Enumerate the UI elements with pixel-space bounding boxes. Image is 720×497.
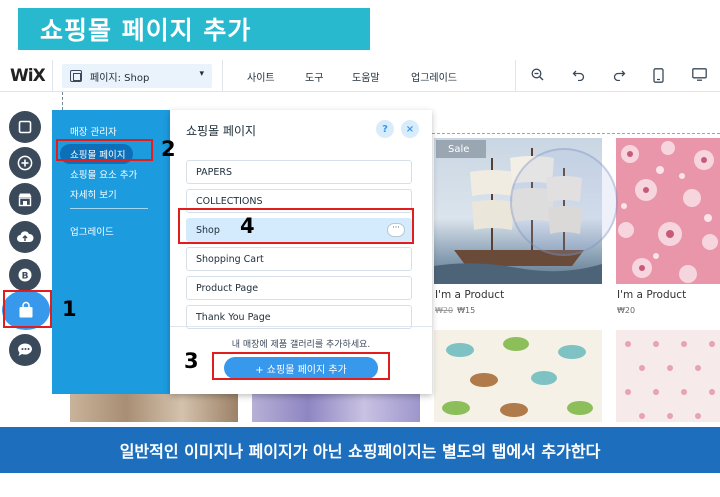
slide-title: 쇼핑몰 페이지 추가 [40,16,252,45]
menu-upgrade[interactable]: 업그레이드 [411,69,457,84]
step-number-2: 2 [161,137,176,161]
help-button[interactable]: ? [376,120,394,138]
close-button[interactable]: × [401,120,419,138]
caption-text: 일반적인 이미지나 페이지가 아닌 쇼핑페이지는 별도의 탭에서 추가한다 [119,442,601,461]
dots-pattern-image [616,330,720,422]
page-item-shopping-cart[interactable]: Shopping Cart [186,247,412,271]
sale-badge: Sale [436,140,486,158]
annotation-box-store-tool [3,290,52,328]
menu-tools[interactable]: 도구 [305,69,323,84]
page-item-papers[interactable]: PAPERS [186,160,412,184]
topbar-divider [222,60,223,92]
birds-pattern-image [434,330,602,422]
watermark-seal [510,148,618,256]
plus-circle-icon [17,155,33,171]
menu-help[interactable]: 도움말 [352,69,380,84]
svg-text:B: B [22,271,29,281]
left-tool-strip: B [0,92,52,422]
product-image[interactable] [616,330,720,422]
menu-add-shop-elements[interactable]: 쇼핑몰 요소 추가 [70,167,137,181]
mobile-view-icon[interactable] [653,68,664,87]
sale-price: ₩15 [457,306,476,315]
menu-divider [70,208,148,209]
product-name[interactable]: I'm a Product [617,289,686,301]
floral-pattern-image [616,138,720,284]
media-upload-button[interactable] [9,221,41,253]
product-price: ₩20 [617,306,636,315]
editor-topbar: WiX 페이지: Shop ▾ 사이트 도구 도움말 업그레이드 [0,60,720,92]
page-selector[interactable]: 페이지: Shop ▾ [62,64,212,88]
panel-title: 쇼핑몰 페이지 [186,124,257,138]
menu-site[interactable]: 사이트 [247,69,275,84]
product-price: ₩20 ₩15 [435,306,475,315]
old-price: ₩20 [435,306,454,315]
blog-icon: B [18,268,32,282]
page-item-product-page[interactable]: Product Page [186,276,412,300]
pages-icon [70,70,82,82]
topbar-divider [515,60,516,92]
store-icon [18,193,32,206]
blog-button[interactable]: B [9,259,41,291]
wix-logo: WiX [10,66,46,86]
footer-hint: 내 매장에 제품 갤러리를 추가하세요. [231,340,371,350]
product-image [70,394,238,422]
product-image[interactable] [434,330,602,422]
product-name[interactable]: I'm a Product [435,289,504,301]
caption-bar: 일반적인 이미지나 페이지가 아닌 쇼핑페이지는 별도의 탭에서 추가한다 [0,427,720,473]
title-banner: 쇼핑몰 페이지 추가 [18,8,370,50]
chevron-down-icon: ▾ [199,69,204,79]
annotation-box-shop-pages [56,139,153,161]
annotation-box-shop-item [178,208,414,244]
square-icon [18,120,32,134]
canvas-guide [432,133,720,134]
chat-button[interactable] [9,334,41,366]
topbar-divider [52,60,53,92]
desktop-view-icon[interactable] [692,68,707,85]
menu-learn-more[interactable]: 자세히 보기 [70,187,117,201]
annotation-box-add-button [212,352,390,380]
chat-bubble-icon [17,343,32,356]
page-selector-label: 페이지: Shop [90,72,150,84]
zoom-out-icon[interactable] [531,68,544,85]
step-number-4: 4 [240,214,255,238]
product-image[interactable] [616,138,720,284]
background-tool-button[interactable] [9,111,41,143]
product-image [252,394,420,422]
redo-icon[interactable] [613,68,626,85]
canvas-guide [62,92,63,110]
app-market-button[interactable] [9,183,41,215]
menu-upgrade-store[interactable]: 업그레이드 [70,224,114,238]
undo-icon[interactable] [572,68,585,85]
menu-store-manager[interactable]: 매장 관리자 [70,124,117,138]
cloud-upload-icon [17,231,34,242]
step-number-3: 3 [184,349,199,373]
step-number-1: 1 [62,297,77,321]
add-tool-button[interactable] [9,147,41,179]
